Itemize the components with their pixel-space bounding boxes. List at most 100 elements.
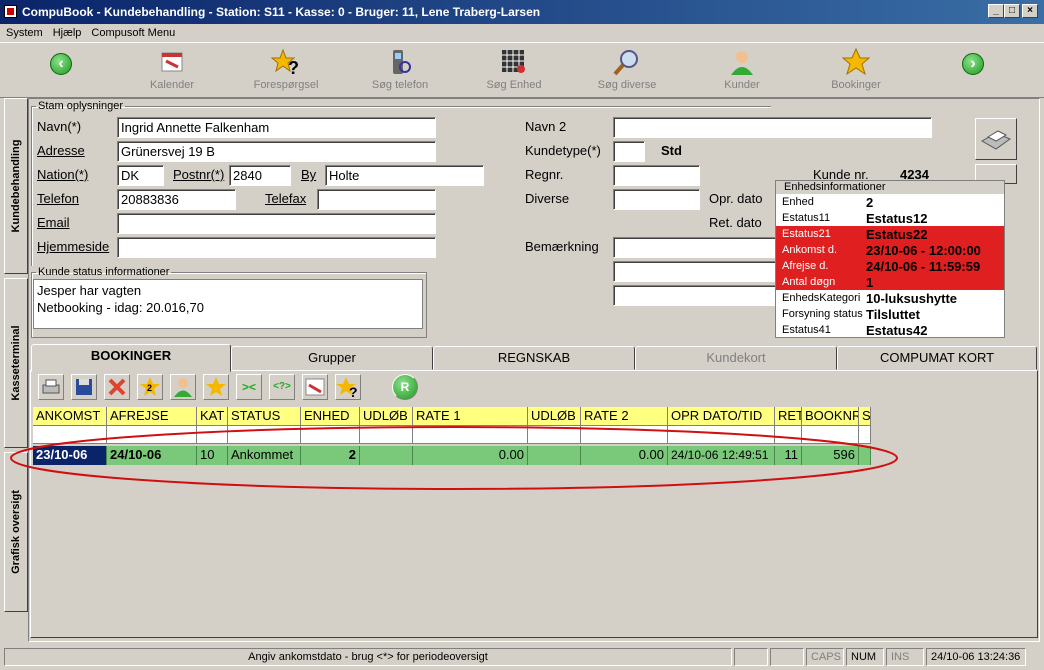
swap-button[interactable]: <?> <box>269 374 295 400</box>
label-email[interactable]: Email <box>37 215 70 230</box>
enhed-info-row: Enhed 2 <box>782 194 874 210</box>
title-bar: CompuBook - Kundebehandling - Station: S… <box>0 0 1044 24</box>
diverse-field[interactable] <box>613 189 700 210</box>
star-question-icon: ? <box>271 48 299 77</box>
window-title: CompuBook - Kundebehandling - Station: S… <box>22 5 541 19</box>
tab-bookinger[interactable]: BOOKINGER <box>31 344 231 372</box>
floppy-icon <box>76 379 92 395</box>
forward-arrow-icon[interactable]: › <box>962 53 984 75</box>
star-button[interactable] <box>203 374 229 400</box>
magnifier-icon <box>613 50 638 76</box>
save-button[interactable] <box>71 374 97 400</box>
num-indicator: NUM <box>846 648 884 666</box>
label-regnr: Regnr. <box>525 167 564 182</box>
tab-compumat-kort[interactable]: COMPUMAT KORT <box>837 346 1037 370</box>
label-hjemmeside[interactable]: Hjemmeside <box>37 239 109 254</box>
label-bemaerkning: Bemærkning <box>525 239 599 254</box>
hjemmeside-field[interactable] <box>117 237 436 258</box>
label-by[interactable]: By <box>301 167 316 182</box>
toolbar-soeg-telefon[interactable]: Søg telefon <box>355 47 445 91</box>
telefax-field[interactable] <box>317 189 436 210</box>
adresse-field[interactable]: Grünersvej 19 B <box>117 141 436 162</box>
label-postnr[interactable]: Postnr(*) <box>173 167 224 182</box>
by-field[interactable]: Holte <box>325 165 484 186</box>
cancel-booking-button[interactable] <box>104 374 130 400</box>
toolbar: ‹ Kalender ? Forespørgsel Søg telefon Sø… <box>0 42 1044 98</box>
refresh-button[interactable]: R <box>392 374 418 400</box>
label-kundetype: Kundetype(*) <box>525 143 601 158</box>
label-telefax[interactable]: Telefax <box>265 191 306 206</box>
tab-regnskab[interactable]: REGNSKAB <box>433 346 635 370</box>
label-telefon[interactable]: Telefon <box>37 191 79 206</box>
back-arrow-icon[interactable]: ‹ <box>50 53 72 75</box>
email-field[interactable] <box>117 213 436 234</box>
grid-search-icon <box>502 50 525 73</box>
kundetype-text: Std <box>661 143 682 158</box>
regnr-field[interactable] <box>613 165 700 186</box>
close-button[interactable]: × <box>1022 4 1038 18</box>
enhed-info-row: Estatus11 Estatus12 <box>782 210 928 226</box>
enhed-info-row: Forsyning status Tilsluttet <box>782 306 920 322</box>
label-adresse[interactable]: Adresse <box>37 143 85 158</box>
enhed-info-row: EnhedsKategori 10-luksushytte <box>782 290 958 306</box>
label-diverse: Diverse <box>525 191 570 206</box>
calendar-icon <box>161 52 183 72</box>
label-oprdato: Opr. dato <box>709 191 763 206</box>
enhed-info-row: Afrejse d. 24/10-06 - 11:59:59 <box>776 258 1004 274</box>
enhed-info-row: Estatus41 Estatus42 <box>782 322 928 338</box>
enhed-info-header: Enhedsinformationer <box>776 181 1004 194</box>
move-arrows-button[interactable]: >< <box>236 374 262 400</box>
star-icon <box>206 377 226 396</box>
tab-grupper[interactable]: Grupper <box>231 346 433 370</box>
printer-button[interactable] <box>975 118 1017 160</box>
print-button[interactable] <box>38 374 64 400</box>
minimize-button[interactable]: _ <box>988 4 1004 18</box>
highlight-ellipse <box>10 426 898 490</box>
enhed-info-row: Antal døgn 1 <box>776 274 1004 290</box>
kundetype-field[interactable] <box>613 141 645 162</box>
star-number-icon: 2 <box>140 377 160 396</box>
menu-system[interactable]: System <box>6 27 43 39</box>
label-navn2: Navn 2 <box>525 119 567 134</box>
phone-search-icon <box>393 50 411 74</box>
swap-arrows-icon: <?> <box>273 381 291 392</box>
status-text[interactable]: Jesper har vagten Netbooking - idag: 20.… <box>33 279 423 329</box>
toolbar-soeg-diverse[interactable]: Søg diverse <box>582 47 672 91</box>
star-2-button[interactable]: 2 <box>137 374 163 400</box>
status-datetime: 24/10-06 13:24:36 <box>926 648 1026 666</box>
query-button[interactable]: ? <box>335 374 361 400</box>
calendar-icon <box>305 378 325 396</box>
menu-compusoft[interactable]: Compusoft Menu <box>91 27 175 39</box>
svg-text:2: 2 <box>147 383 152 393</box>
toolbar-kunder[interactable]: Kunder <box>697 47 787 91</box>
calendar-button[interactable] <box>302 374 328 400</box>
cross-arrow-icon <box>108 378 126 396</box>
menu-bar: System Hjælp Compusoft Menu <box>0 24 1044 42</box>
toolbar-soeg-enhed[interactable]: Søg Enhed <box>469 47 559 91</box>
toolbar-kalender[interactable]: Kalender <box>127 47 217 91</box>
status-bar: Angiv ankomstdato - brug <*> for periode… <box>0 646 1044 668</box>
nation-field[interactable]: DK <box>117 165 164 186</box>
menu-help[interactable]: Hjælp <box>53 27 82 39</box>
enhed-info-row: Estatus21 Estatus22 <box>776 226 1004 242</box>
navn-field[interactable]: Ingrid Annette Falkenham <box>117 117 436 138</box>
app-icon[interactable] <box>4 5 17 18</box>
navn2-field[interactable] <box>613 117 932 138</box>
postnr-field[interactable]: 2840 <box>229 165 291 186</box>
toolbar-forespoergsel[interactable]: ? Forespørgsel <box>241 47 331 91</box>
side-tab-kasseterminal[interactable]: Kasseterminal <box>4 278 28 448</box>
label-nation[interactable]: Nation(*) <box>37 167 88 182</box>
maximize-button[interactable]: □ <box>1004 4 1020 18</box>
customer-button[interactable] <box>170 374 196 400</box>
telefon-field[interactable]: 20883836 <box>117 189 236 210</box>
star-question-icon: ? <box>336 377 358 400</box>
label-retdato: Ret. dato <box>709 215 762 230</box>
double-arrow-icon: >< <box>241 380 256 394</box>
tab-kundekort[interactable]: Kundekort <box>635 346 837 370</box>
enhed-info-row: Ankomst d. 23/10-06 - 12:00:00 <box>776 242 1004 258</box>
side-tab-kundebehandling[interactable]: Kundebehandling <box>4 98 28 274</box>
toolbar-bookinger[interactable]: Bookinger <box>811 47 901 91</box>
star-icon <box>841 47 871 76</box>
caps-indicator: CAPS <box>806 648 844 666</box>
printer-icon <box>980 130 1012 150</box>
